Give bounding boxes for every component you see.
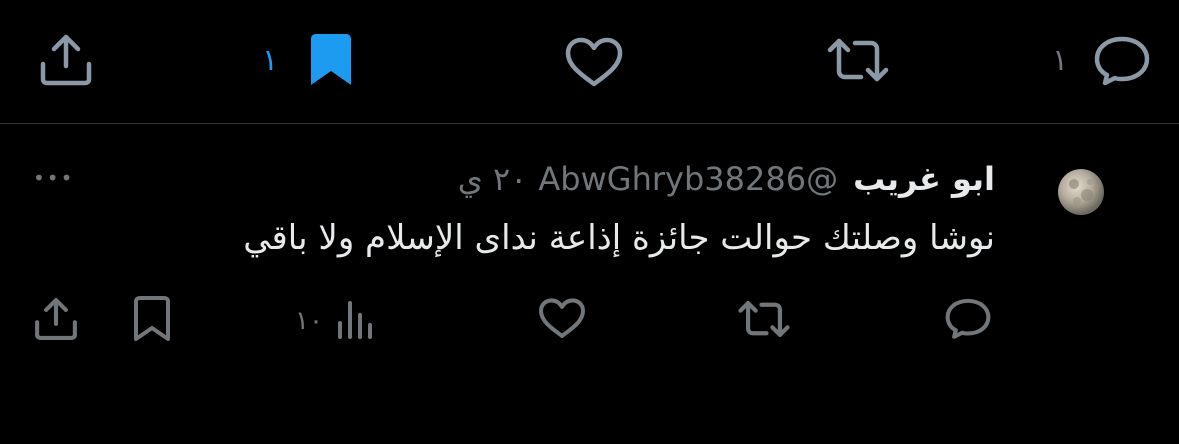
views-count: ١٠ [295,306,323,336]
reply-icon[interactable] [1093,33,1151,87]
more-icon[interactable]: ••• [33,166,74,190]
reply-count: ١ [1052,43,1069,78]
like-icon[interactable] [537,298,587,340]
tweet-text: نوشا وصلتك حوالت جائزة إذاعة نداى الإسلا… [243,218,995,258]
bookmark-filled-icon[interactable] [306,33,356,87]
author-handle[interactable]: @AbwGhryb38286 [538,160,838,198]
retweet-icon[interactable] [738,298,790,340]
bookmark-count: ١ [262,43,279,78]
divider [0,123,1179,124]
views-icon[interactable] [336,297,376,339]
tweet-time[interactable]: ٢٠ ي [458,160,528,198]
avatar[interactable] [1057,168,1105,216]
author-name[interactable]: ابو غريب [853,160,995,198]
like-icon[interactable] [564,37,624,89]
reply-icon[interactable] [944,296,992,340]
share-icon[interactable] [33,297,79,341]
retweet-icon[interactable] [827,35,889,85]
bookmark-icon[interactable] [131,296,173,342]
share-icon[interactable] [38,34,94,86]
